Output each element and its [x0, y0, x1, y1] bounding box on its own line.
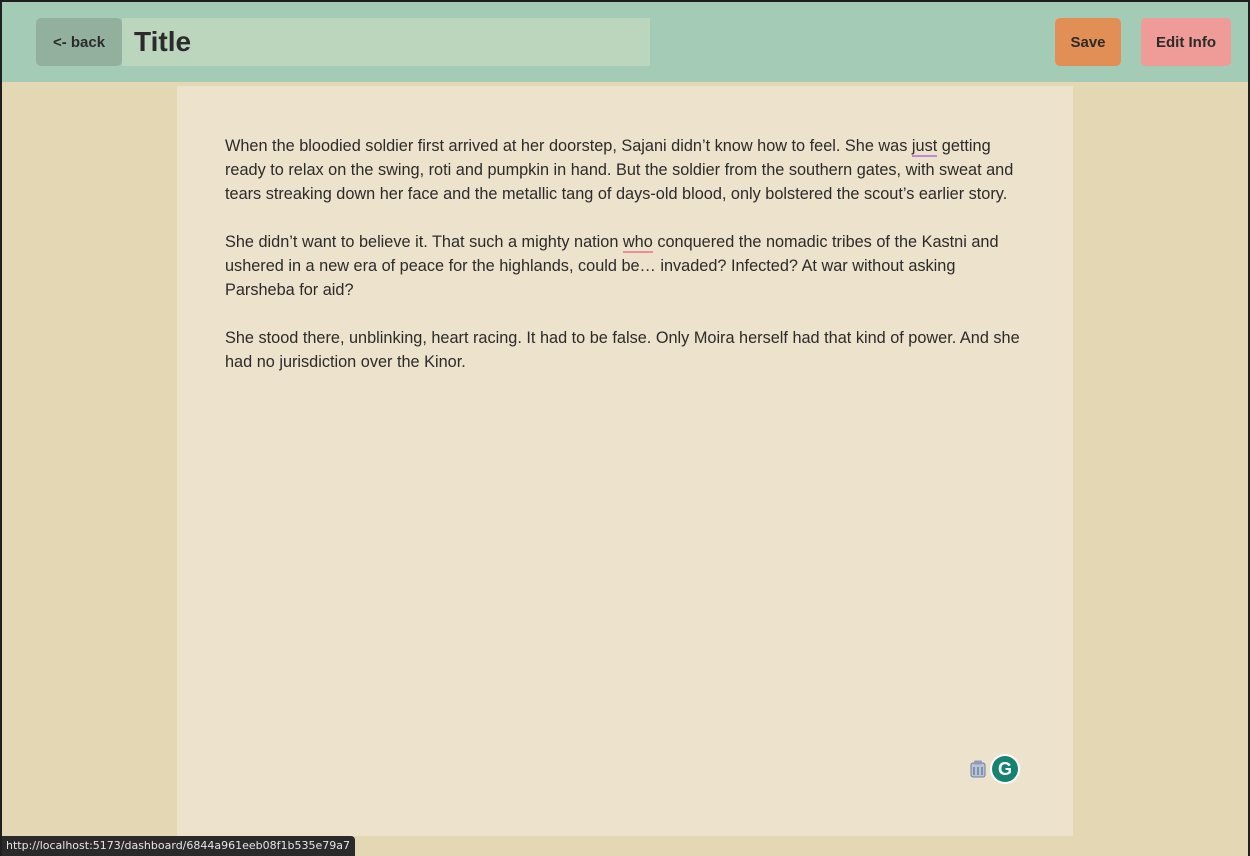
save-button[interactable]: Save — [1055, 18, 1121, 66]
text-editor[interactable]: When the bloodied soldier first arrived … — [177, 86, 1073, 836]
top-bar: <- back Title Save Edit Info — [2, 2, 1248, 82]
paragraph-1: When the bloodied soldier first arrived … — [225, 134, 1025, 206]
title-input[interactable]: Title — [122, 18, 650, 66]
edit-info-button[interactable]: Edit Info — [1141, 18, 1231, 66]
grammarly-icon[interactable]: G — [990, 754, 1020, 784]
paragraph-1-part-a: When the bloodied soldier first arrived … — [225, 137, 912, 155]
spelling-flag-word[interactable]: who — [622, 233, 653, 253]
grammarly-glyph: G — [992, 756, 1018, 782]
extension-icon[interactable] — [970, 760, 986, 778]
paragraph-3: She stood there, unblinking, heart racin… — [225, 329, 1020, 371]
grammar-flag-word[interactable]: just — [911, 137, 938, 157]
paragraph-2: She didn’t want to believe it. That such… — [225, 230, 1025, 302]
paragraph-2-part-a: She didn’t want to believe it. That such… — [225, 233, 623, 251]
status-bar-url: http://localhost:5173/dashboard/6844a961… — [2, 836, 355, 856]
back-button[interactable]: <- back — [36, 18, 122, 66]
